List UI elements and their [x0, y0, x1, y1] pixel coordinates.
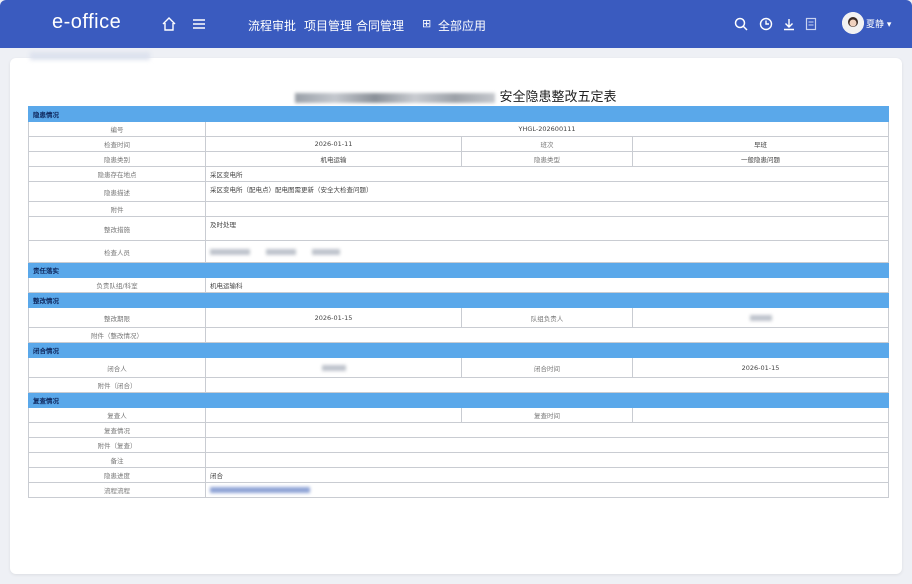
progress-value: 闭合	[205, 467, 889, 483]
number-value: YHGL-202600111	[205, 121, 889, 137]
recheck-attachment-value[interactable]	[205, 437, 889, 453]
field-label: 隐患存在地点	[28, 166, 206, 182]
desc-value: 采区变电所（配电点）配电图需更新（安全大检查问题）	[205, 181, 889, 202]
field-label: 复查情况	[28, 422, 206, 438]
location-value: 采区变电所	[205, 166, 889, 182]
avatar[interactable]	[842, 12, 864, 34]
deadline-value: 2026-01-15	[205, 307, 462, 328]
remark-value	[205, 452, 889, 468]
field-label: 班次	[461, 136, 633, 152]
check-time-value: 2026-01-11	[205, 136, 462, 152]
level-value: 一般隐患问题	[632, 151, 889, 167]
search-icon[interactable]	[730, 13, 752, 35]
inspector-value	[205, 240, 889, 263]
top-navbar: e-office 流程审批 项目管理 合同管理 ⊞ 全部应用 夏静 ▾	[0, 0, 912, 48]
field-label: 队组负责人	[461, 307, 633, 328]
field-label: 闭合人	[28, 357, 206, 378]
field-label: 整改期限	[28, 307, 206, 328]
form-table: 隐患情况 编号 YHGL-202600111 检查时间 2026-01-11 班次 早班…	[28, 106, 889, 498]
nav-projects[interactable]: 项目管理	[304, 17, 352, 34]
flow-link[interactable]	[205, 482, 889, 498]
section-header: 责任落实	[28, 262, 889, 278]
nav-contracts[interactable]: 合同管理	[356, 17, 404, 34]
field-label: 附件（整改情况）	[28, 327, 206, 343]
field-label: 复查人	[28, 407, 206, 423]
recheck-status-value	[205, 422, 889, 438]
user-name[interactable]: 夏静 ▾	[866, 17, 891, 30]
field-label: 整改措施	[28, 216, 206, 241]
field-label: 复查时间	[461, 407, 633, 423]
field-label: 附件（复查）	[28, 437, 206, 453]
download-icon[interactable]	[778, 13, 800, 35]
rectify-attachment-value[interactable]	[205, 327, 889, 343]
field-label: 负责队组/科室	[28, 277, 206, 293]
home-icon[interactable]	[158, 13, 180, 35]
rechecker-value	[205, 407, 462, 423]
app-logo[interactable]: e-office	[52, 11, 121, 34]
section-header: 整改情况	[28, 292, 889, 308]
clock-icon[interactable]	[755, 13, 777, 35]
field-label: 备注	[28, 452, 206, 468]
field-label: 流程流程	[28, 482, 206, 498]
field-label: 检查时间	[28, 136, 206, 152]
resp-unit-value: 机电运输科	[205, 277, 889, 293]
recheck-time-value	[632, 407, 889, 423]
shift-value: 早班	[632, 136, 889, 152]
field-label: 隐患描述	[28, 181, 206, 202]
measure-value: 及时处理	[205, 216, 889, 241]
close-time-value: 2026-01-15	[632, 357, 889, 378]
close-attachment-value[interactable]	[205, 377, 889, 393]
breadcrumb	[30, 52, 150, 60]
field-label: 隐患进度	[28, 467, 206, 483]
field-label: 附件	[28, 201, 206, 217]
page-title: 安全隐患整改五定表	[0, 86, 912, 105]
section-header: 隐患情况	[28, 106, 889, 122]
nav-workflow[interactable]: 流程审批	[248, 17, 296, 34]
team-lead-value	[632, 307, 889, 328]
nav-all-apps[interactable]: 全部应用	[438, 17, 486, 34]
menu-icon[interactable]	[188, 13, 210, 35]
section-header: 复查情况	[28, 392, 889, 408]
document-icon[interactable]	[800, 13, 822, 35]
all-apps-icon[interactable]: ⊞	[422, 17, 431, 30]
field-label: 附件（闭合）	[28, 377, 206, 393]
section-header: 闭合情况	[28, 342, 889, 358]
field-label: 闭合时间	[461, 357, 633, 378]
field-label: 编号	[28, 121, 206, 137]
category-value: 机电运输	[205, 151, 462, 167]
closer-value	[205, 357, 462, 378]
field-label: 隐患类别	[28, 151, 206, 167]
attachment-value[interactable]	[205, 201, 889, 217]
field-label: 隐患类型	[461, 151, 633, 167]
field-label: 检查人员	[28, 240, 206, 263]
